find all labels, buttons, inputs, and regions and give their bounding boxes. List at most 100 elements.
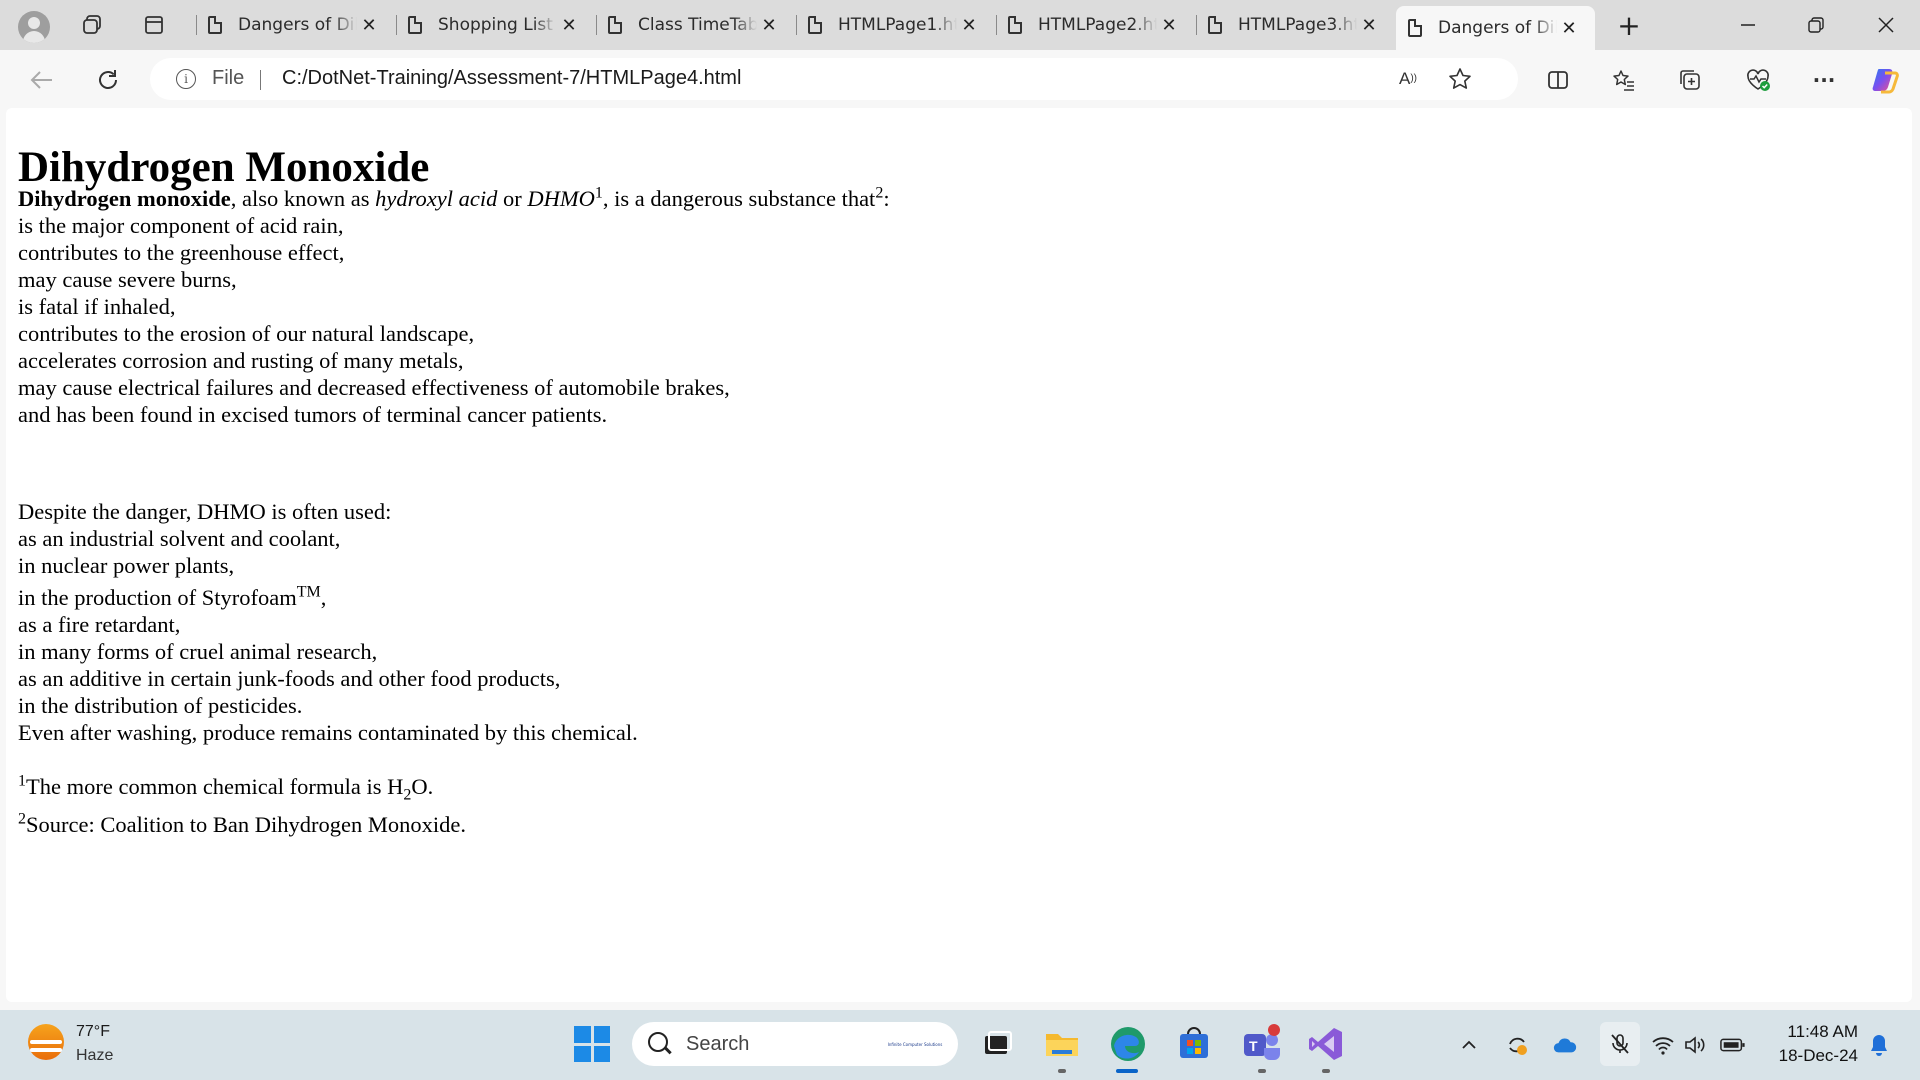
close-tab-icon[interactable]: ✕ bbox=[1557, 18, 1581, 39]
running-indicator bbox=[1322, 1069, 1330, 1073]
tab-2[interactable]: Shopping List ✕ bbox=[396, 6, 595, 44]
close-tab-icon[interactable]: ✕ bbox=[357, 15, 381, 36]
restore-button[interactable] bbox=[1788, 6, 1844, 44]
workspaces-icon[interactable] bbox=[74, 8, 110, 42]
footnote-number: 2 bbox=[18, 810, 26, 828]
tab-5[interactable]: HTMLPage2.html ✕ bbox=[996, 6, 1195, 44]
search-placeholder: Search bbox=[686, 1033, 750, 1055]
notification-bell-icon[interactable] bbox=[1866, 1032, 1892, 1058]
svg-text:T: T bbox=[1249, 1038, 1258, 1054]
more-options-icon[interactable]: ··· bbox=[1806, 62, 1842, 98]
tab-title: Class TimeTable bbox=[638, 15, 757, 35]
profile-avatar[interactable] bbox=[18, 11, 50, 43]
task-view-icon[interactable] bbox=[976, 1024, 1016, 1064]
split-screen-icon[interactable] bbox=[1540, 62, 1576, 98]
visual-studio-icon[interactable] bbox=[1306, 1024, 1346, 1064]
page-icon bbox=[1408, 19, 1422, 37]
site-info-icon[interactable]: i bbox=[176, 69, 196, 89]
weather-haze-icon[interactable] bbox=[28, 1024, 64, 1060]
tab-7-active[interactable]: Dangers of Dihydrogen Monoxide ✕ bbox=[1396, 6, 1595, 50]
footnote-2: 2Source: Coalition to Ban Dihydrogen Mon… bbox=[18, 810, 466, 838]
danger-line: accelerates corrosion and rusting of man… bbox=[18, 348, 464, 373]
close-tab-icon[interactable]: ✕ bbox=[1157, 15, 1181, 36]
battery-icon[interactable] bbox=[1720, 1032, 1746, 1058]
minimize-button[interactable] bbox=[1720, 6, 1776, 44]
close-window-button[interactable] bbox=[1858, 6, 1914, 44]
system-clock[interactable]: 11:48 AM 18-Dec-24 bbox=[1768, 1020, 1858, 1068]
use-line: in many forms of cruel animal research, bbox=[18, 639, 378, 664]
windows-taskbar: 77°F Haze Search Infinite Computer Solut… bbox=[0, 1010, 1920, 1080]
volume-icon[interactable] bbox=[1684, 1032, 1710, 1058]
weather-condition[interactable]: Haze bbox=[76, 1047, 113, 1065]
footnote-number: 1 bbox=[18, 772, 26, 790]
running-indicator bbox=[1058, 1069, 1066, 1073]
use-text: in the production of Styrofoam bbox=[18, 585, 297, 610]
collections-icon[interactable] bbox=[1672, 62, 1708, 98]
tab-4[interactable]: HTMLPage1.html ✕ bbox=[796, 6, 995, 44]
intro-text: or bbox=[497, 186, 528, 211]
sync-status-icon[interactable] bbox=[1504, 1032, 1530, 1058]
use-line: Even after washing, produce remains cont… bbox=[18, 720, 638, 745]
read-aloud-icon[interactable]: A)) bbox=[1390, 61, 1426, 97]
tab-title: HTMLPage2.html bbox=[1038, 15, 1157, 35]
tab-title: HTMLPage3.html bbox=[1238, 15, 1357, 35]
search-icon bbox=[648, 1032, 668, 1052]
danger-line: contributes to the greenhouse effect, bbox=[18, 240, 345, 265]
use-line: in the distribution of pesticides. bbox=[18, 693, 303, 718]
tab-title: Dangers of Dihydrogen Monoxide bbox=[238, 15, 357, 35]
footnote-text: O. bbox=[411, 774, 434, 799]
divider bbox=[260, 70, 261, 90]
page-icon bbox=[808, 16, 822, 34]
start-windows-icon[interactable] bbox=[574, 1026, 610, 1062]
close-tab-icon[interactable]: ✕ bbox=[1357, 15, 1381, 36]
page-icon bbox=[1208, 16, 1222, 34]
browser-essentials-icon[interactable] bbox=[1740, 62, 1776, 98]
taskbar-search[interactable]: Search Infinite Computer Solutions bbox=[632, 1022, 958, 1066]
search-highlight-logo: Infinite Computer Solutions bbox=[887, 1041, 943, 1047]
use-line: in the production of StyrofoamTM, bbox=[18, 579, 638, 611]
close-tab-icon[interactable]: ✕ bbox=[957, 15, 981, 36]
microphone-muted-icon[interactable] bbox=[1600, 1022, 1640, 1066]
page-icon bbox=[1008, 16, 1022, 34]
tab-title: Dangers of Dihydrogen Monoxide bbox=[1438, 18, 1557, 38]
running-indicator bbox=[1258, 1069, 1266, 1073]
onedrive-cloud-icon[interactable] bbox=[1552, 1032, 1578, 1058]
danger-line: is the major component of acid rain, bbox=[18, 213, 344, 238]
file-explorer-icon[interactable] bbox=[1042, 1024, 1082, 1064]
favorites-icon[interactable] bbox=[1606, 62, 1642, 98]
microsoft-store-icon[interactable] bbox=[1174, 1024, 1214, 1064]
new-tab-button[interactable]: + bbox=[1612, 8, 1646, 42]
tab-actions-icon[interactable] bbox=[136, 8, 172, 42]
use-line: as a fire retardant, bbox=[18, 612, 181, 637]
danger-line: is fatal if inhaled, bbox=[18, 294, 176, 319]
close-tab-icon[interactable]: ✕ bbox=[557, 15, 581, 36]
tab-6[interactable]: HTMLPage3.html ✕ bbox=[1196, 6, 1395, 44]
teams-icon[interactable]: T bbox=[1240, 1024, 1280, 1064]
tab-3[interactable]: Class TimeTable ✕ bbox=[596, 6, 795, 44]
close-tab-icon[interactable]: ✕ bbox=[757, 15, 781, 36]
active-app-indicator bbox=[1116, 1069, 1138, 1073]
edge-browser-icon[interactable] bbox=[1108, 1024, 1148, 1064]
back-arrow-icon[interactable] bbox=[24, 62, 60, 98]
copilot-icon[interactable] bbox=[1868, 62, 1904, 98]
uses-intro: Despite the danger, DHMO is often used: bbox=[18, 499, 392, 524]
clock-time: 11:48 AM bbox=[1787, 1022, 1858, 1041]
trademark-sup: TM bbox=[296, 583, 321, 601]
tab-title: Shopping List bbox=[438, 15, 553, 35]
wifi-icon[interactable] bbox=[1650, 1032, 1676, 1058]
tab-1[interactable]: Dangers of Dihydrogen Monoxide ✕ bbox=[196, 6, 395, 44]
weather-temperature[interactable]: 77°F bbox=[76, 1023, 110, 1041]
footnote-text: Source: Coalition to Ban Dihydrogen Mono… bbox=[26, 812, 466, 837]
address-bar[interactable]: i File C:/DotNet-Training/Assessment-7/H… bbox=[150, 58, 1518, 100]
refresh-icon[interactable] bbox=[90, 62, 126, 98]
use-line: as an industrial solvent and coolant, bbox=[18, 526, 341, 551]
favorite-star-icon[interactable] bbox=[1442, 61, 1478, 97]
use-line: in nuclear power plants, bbox=[18, 553, 235, 578]
clock-date: 18-Dec-24 bbox=[1778, 1046, 1858, 1065]
danger-line: may cause severe burns, bbox=[18, 267, 237, 292]
url-text[interactable]: C:/DotNet-Training/Assessment-7/HTMLPage… bbox=[282, 67, 741, 90]
scheme-label: File bbox=[212, 67, 245, 89]
chevron-up-icon[interactable] bbox=[1456, 1032, 1482, 1058]
intro-text: : bbox=[883, 186, 890, 211]
danger-line: contributes to the erosion of our natura… bbox=[18, 321, 475, 346]
